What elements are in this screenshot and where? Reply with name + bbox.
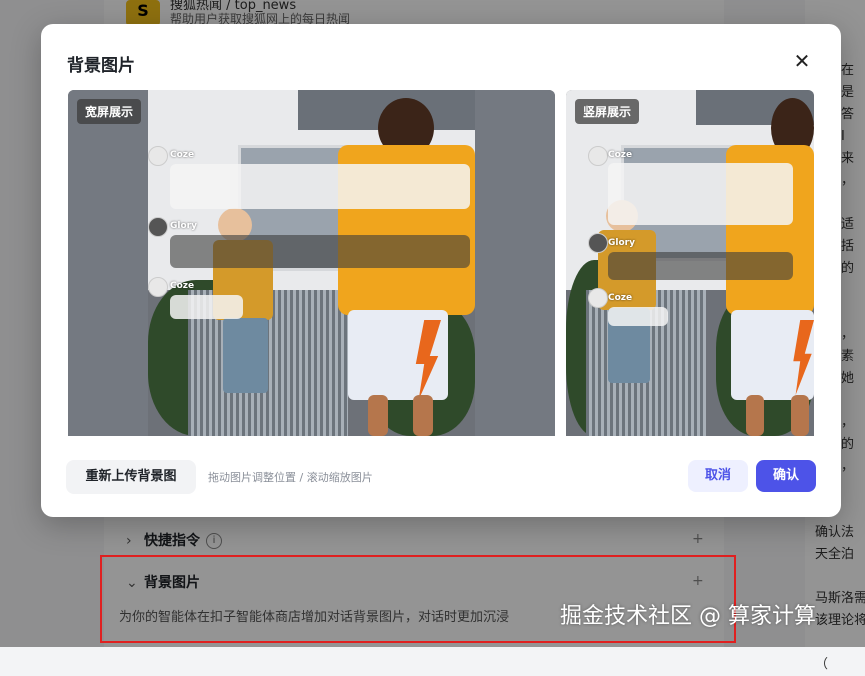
child-pants: [223, 318, 268, 393]
bot-name: Coze: [608, 293, 633, 303]
cancel-button[interactable]: 取消: [688, 460, 748, 492]
man-leg: [746, 395, 764, 436]
bot-avatar: [148, 146, 168, 166]
bot-name: Coze: [170, 150, 195, 160]
bot-avatar: [148, 277, 168, 297]
bot-name: Coze: [608, 150, 633, 160]
drag-zoom-hint: 拖动图片调整位置 / 滚动缩放图片: [208, 471, 373, 484]
dialog-title: 背景图片: [67, 56, 135, 76]
bot-name: Coze: [170, 281, 195, 291]
bot-avatar: [588, 288, 608, 308]
background-image-dialog: 背景图片 ✕ 宽屏展示 Coze Glory Coze 竖屏展示 Coze Gl…: [41, 24, 841, 517]
wide-preview-label: 宽屏展示: [77, 99, 142, 124]
tall-preview-label: 竖屏展示: [575, 99, 640, 124]
bot-message-bubble: [608, 307, 668, 326]
wide-screen-preview[interactable]: 宽屏展示 Coze Glory Coze: [68, 90, 555, 436]
confirm-button[interactable]: 确认: [756, 460, 816, 492]
man-leg: [413, 395, 433, 436]
close-icon[interactable]: ✕: [791, 50, 813, 72]
bot-message-bubble: [170, 295, 243, 319]
man-leg: [791, 395, 809, 436]
reupload-button[interactable]: 重新上传背景图: [66, 460, 196, 494]
user-avatar: [588, 233, 608, 253]
photo-margin: [475, 90, 555, 436]
portrait-preview[interactable]: 竖屏展示 Coze Glory Coze: [566, 90, 814, 436]
user-name: Glory: [170, 221, 197, 231]
preview-line: （: [815, 657, 829, 672]
photo-margin: [68, 90, 148, 436]
bot-avatar: [588, 146, 608, 166]
user-message-bubble: [608, 252, 793, 280]
bot-message-bubble: [170, 164, 470, 209]
user-name: Glory: [608, 238, 635, 248]
man-leg: [368, 395, 388, 436]
user-message-bubble: [170, 235, 470, 268]
bot-message-bubble: [608, 163, 793, 225]
user-avatar: [148, 217, 168, 237]
watermark: 掘金技术社区 @ 算家计算: [560, 604, 816, 629]
